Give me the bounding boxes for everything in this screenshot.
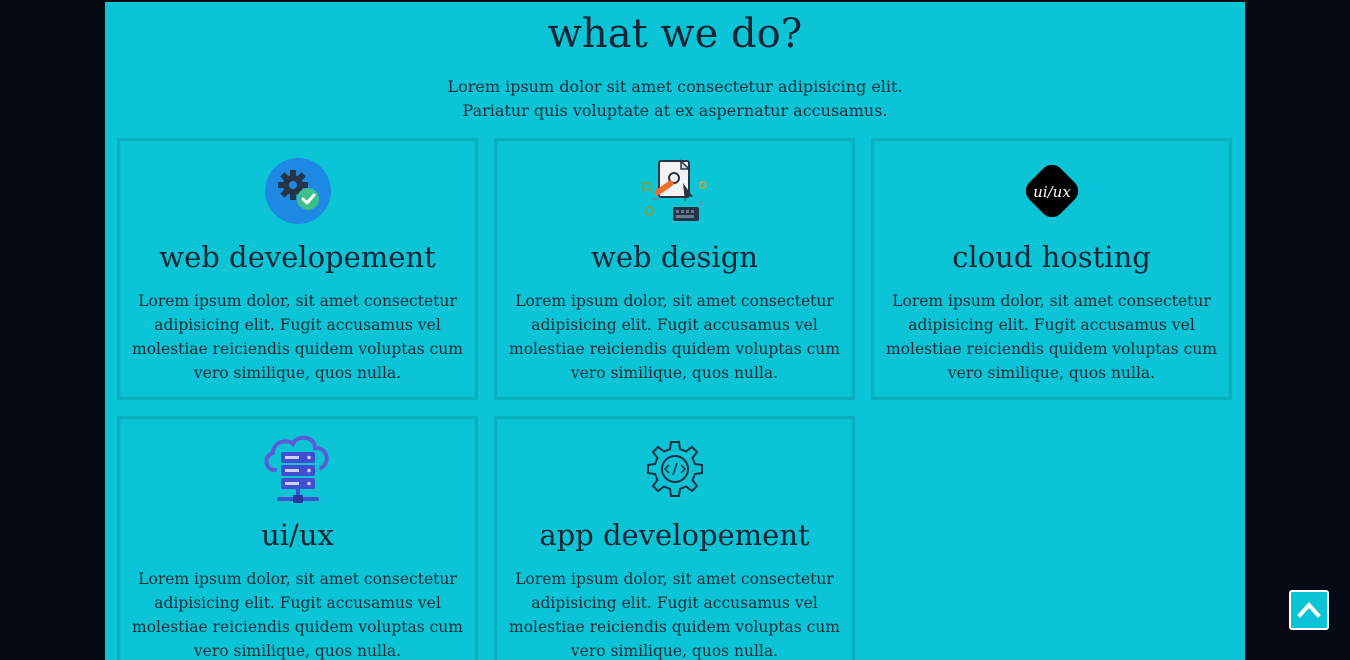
service-card-web-development: web developement Lorem ipsum dolor, sit …: [117, 138, 478, 400]
card-text: Lorem ipsum dolor, sit amet consectetur …: [132, 292, 463, 382]
card-title: web design: [591, 240, 758, 274]
design-tools-icon: [635, 155, 715, 227]
service-card-app-development: app developement Lorem ipsum dolor, sit …: [494, 416, 855, 660]
page: what we do? Lorem ipsum dolor sit amet c…: [0, 0, 1350, 660]
card-title: web developement: [159, 240, 436, 274]
subtitle-line-2: Pariatur quis voluptate at ex aspernatur…: [462, 101, 888, 120]
service-card-ui-ux: ui/ux Lorem ipsum dolor, sit amet consec…: [117, 416, 478, 660]
code-gear-icon: [635, 433, 715, 505]
section-title: what we do?: [547, 11, 803, 57]
cloud-server-icon: [258, 433, 338, 505]
chevron-up-icon: [1297, 602, 1321, 618]
card-text: Lorem ipsum dolor, sit amet consectetur …: [886, 292, 1217, 382]
card-title: app developement: [539, 518, 810, 552]
card-text: Lorem ipsum dolor, sit amet consectetur …: [509, 292, 840, 382]
uiux-badge-text: ui/ux: [1033, 183, 1071, 201]
service-card-cloud-hosting: ui/ux cloud hosting Lorem ipsum dolor, s…: [871, 138, 1232, 400]
section-subtitle: Lorem ipsum dolor sit amet consectetur a…: [105, 75, 1245, 123]
card-text: Lorem ipsum dolor, sit amet consectetur …: [509, 570, 840, 660]
service-card-web-design: web design Lorem ipsum dolor, sit amet c…: [494, 138, 855, 400]
card-text: Lorem ipsum dolor, sit amet consectetur …: [132, 570, 463, 660]
subtitle-line-1: Lorem ipsum dolor sit amet consectetur a…: [447, 77, 903, 96]
uiux-badge-icon: ui/ux: [1012, 155, 1092, 227]
services-section: what we do? Lorem ipsum dolor sit amet c…: [105, 2, 1245, 660]
card-title: ui/ux: [261, 518, 334, 552]
card-title: cloud hosting: [952, 240, 1151, 274]
gear-check-icon: [258, 155, 338, 227]
scroll-to-top-button[interactable]: [1289, 590, 1329, 630]
